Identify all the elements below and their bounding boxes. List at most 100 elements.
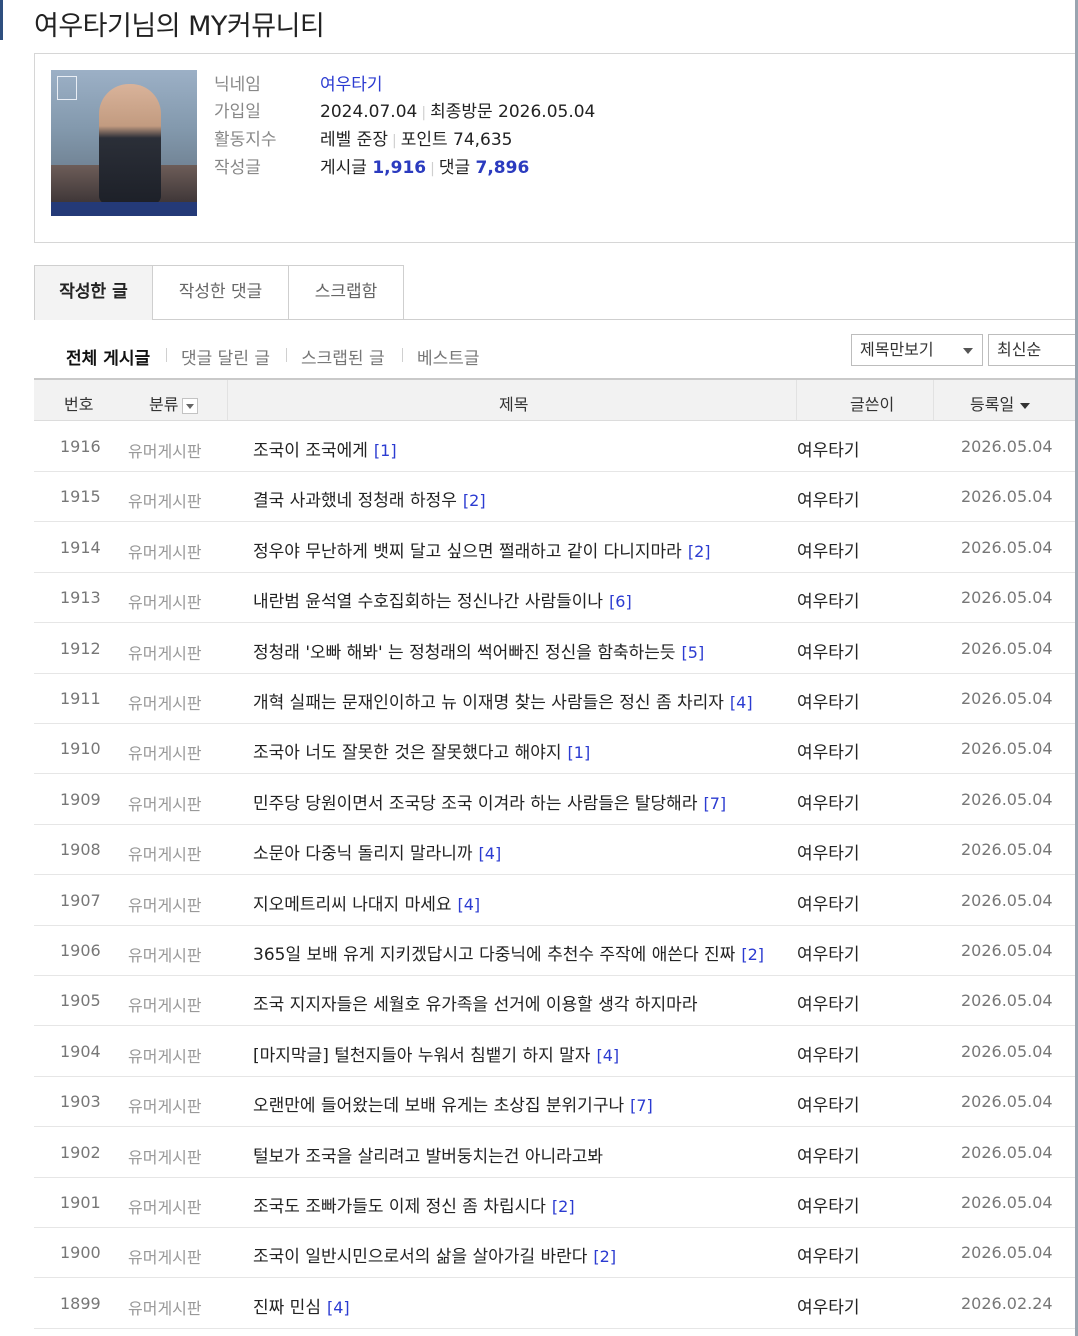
post-category[interactable]: 유머게시판 [128, 791, 202, 815]
post-title-text[interactable]: 365일 보배 유게 지키겠답시고 다중닉에 추천수 주작에 애쓴다 진짜 [253, 945, 735, 965]
post-category[interactable]: 유머게시판 [128, 640, 202, 664]
post-author[interactable]: 여우타기 [797, 990, 860, 1015]
post-author[interactable]: 여우타기 [797, 1242, 860, 1267]
comment-count[interactable]: [2] [552, 1197, 575, 1216]
post-category[interactable]: 유머게시판 [128, 539, 202, 563]
comment-count[interactable]: [7] [630, 1096, 653, 1115]
post-author[interactable]: 여우타기 [797, 486, 860, 511]
post-title-text[interactable]: [마지막글] 털천지들아 누워서 침뱉기 하지 말자 [253, 1046, 590, 1066]
filter-commented-posts[interactable]: 댓글 달린 글 [181, 344, 270, 369]
post-title[interactable]: 조국이 조국에게 [1] [253, 436, 397, 461]
post-author[interactable]: 여우타기 [797, 587, 860, 612]
post-title-text[interactable]: 내란범 윤석열 수호집회하는 정신나간 사람들이나 [253, 592, 603, 612]
post-category[interactable]: 유머게시판 [128, 589, 202, 613]
post-title-text[interactable]: 조국이 일반시민으로서의 삶을 살아가길 바란다 [253, 1247, 587, 1267]
tab-scraps[interactable]: 스크랩함 [288, 265, 404, 320]
post-title[interactable]: 조국도 조빠가들도 이제 정신 좀 차립시다 [2] [253, 1192, 575, 1217]
post-author[interactable]: 여우타기 [797, 1142, 860, 1167]
category-filter-icon[interactable] [182, 397, 199, 414]
post-category[interactable]: 유머게시판 [128, 1144, 202, 1168]
header-date[interactable]: 등록일 [970, 391, 1031, 415]
post-category[interactable]: 유머게시판 [128, 1295, 202, 1319]
comment-count[interactable]: [4] [327, 1298, 350, 1317]
post-category[interactable]: 유머게시판 [128, 1043, 202, 1067]
post-title[interactable]: 내란범 윤석열 수호집회하는 정신나간 사람들이나 [6] [253, 587, 632, 612]
post-author[interactable]: 여우타기 [797, 839, 860, 864]
table-row[interactable]: 1914 유머게시판 정우야 무난하게 뱃찌 달고 싶으면 쩔래하고 같이 다니지마… [34, 522, 1075, 573]
sort-order-select[interactable]: 최신순 [988, 334, 1075, 366]
post-author[interactable]: 여우타기 [797, 1192, 860, 1217]
post-category[interactable]: 유머게시판 [128, 690, 202, 714]
post-title-text[interactable]: 지오메트리씨 나대지 마세요 [253, 895, 452, 915]
post-category[interactable]: 유머게시판 [128, 1244, 202, 1268]
comment-count[interactable]: [6] [609, 592, 632, 611]
post-title[interactable]: 조국아 너도 잘못한 것은 잘못했다고 해야지 [1] [253, 738, 590, 763]
post-title[interactable]: 365일 보배 유게 지키겠답시고 다중닉에 추천수 주작에 애쓴다 진짜 [2] [253, 940, 764, 965]
post-author[interactable]: 여우타기 [797, 1041, 860, 1066]
posts-count[interactable]: 1,916 [372, 158, 426, 178]
post-category[interactable]: 유머게시판 [128, 740, 202, 764]
comment-count[interactable]: [4] [596, 1046, 619, 1065]
filter-best-posts[interactable]: 베스트글 [417, 344, 480, 369]
post-author[interactable]: 여우타기 [797, 940, 860, 965]
comment-count[interactable]: [2] [741, 945, 764, 964]
table-row[interactable]: 1901 유머게시판 조국도 조빠가들도 이제 정신 좀 차립시다 [2] 여우타기 20… [34, 1177, 1075, 1228]
table-row[interactable]: 1906 유머게시판 365일 보배 유게 지키겠답시고 다중닉에 추천수 주작에 … [34, 925, 1075, 976]
table-row[interactable]: 1905 유머게시판 조국 지지자들은 세월호 유가족을 선거에 이용할 생각 하지… [34, 975, 1075, 1027]
post-author[interactable]: 여우타기 [797, 638, 860, 663]
table-row[interactable]: 1912 유머게시판 정청래 '오빠 해봐' 는 정청래의 썩어빠진 정신을 함축하… [34, 623, 1075, 674]
post-title[interactable]: 정청래 '오빠 해봐' 는 정청래의 썩어빠진 정신을 함축하는듯 [5] [253, 638, 704, 663]
post-title[interactable]: 털보가 조국을 살리려고 발버둥치는건 아니라고봐 [253, 1142, 603, 1167]
table-row[interactable]: 1902 유머게시판 털보가 조국을 살리려고 발버둥치는건 아니라고봐 여우타기 20… [34, 1127, 1075, 1178]
post-author[interactable]: 여우타기 [797, 890, 860, 915]
post-category[interactable]: 유머게시판 [128, 1194, 202, 1218]
post-title-text[interactable]: 진짜 민심 [253, 1298, 321, 1318]
post-category[interactable]: 유머게시판 [128, 992, 202, 1016]
table-row[interactable]: 1916 유머게시판 조국이 조국에게 [1] 여우타기 2026.05.04 [34, 421, 1075, 472]
comment-count[interactable]: [4] [458, 895, 481, 914]
filter-scrapped-posts[interactable]: 스크랩된 글 [301, 344, 385, 369]
post-author[interactable]: 여우타기 [797, 1091, 860, 1116]
comment-count[interactable]: [2] [688, 542, 711, 561]
post-title-text[interactable]: 정우야 무난하게 뱃찌 달고 싶으면 쩔래하고 같이 다니지마라 [253, 542, 682, 562]
table-row[interactable]: 1900 유머게시판 조국이 일반시민으로서의 삶을 살아가길 바란다 [2] 여우타기… [34, 1227, 1075, 1279]
comment-count[interactable]: [4] [479, 844, 502, 863]
comment-count[interactable]: [2] [463, 491, 486, 510]
post-title-text[interactable]: 정청래 '오빠 해봐' 는 정청래의 썩어빠진 정신을 함축하는듯 [253, 643, 676, 663]
comments-count[interactable]: 7,896 [476, 158, 530, 178]
post-category[interactable]: 유머게시판 [128, 942, 202, 966]
table-row[interactable]: 1907 유머게시판 지오메트리씨 나대지 마세요 [4] 여우타기 2026.05.04 [34, 875, 1075, 926]
post-title[interactable]: 조국 지지자들은 세월호 유가족을 선거에 이용할 생각 하지마라 [253, 990, 697, 1015]
table-row[interactable]: 1899 유머게시판 진짜 민심 [4] 여우타기 2026.02.24 [34, 1278, 1075, 1329]
tab-my-posts[interactable]: 작성한 글 [34, 265, 153, 320]
post-author[interactable]: 여우타기 [797, 789, 860, 814]
table-row[interactable]: 1904 유머게시판 [마지막글] 털천지들아 누워서 침뱉기 하지 말자 [4] 여우… [34, 1026, 1075, 1077]
tab-my-comments[interactable]: 작성한 댓글 [152, 265, 289, 320]
table-row[interactable]: 1913 유머게시판 내란범 윤석열 수호집회하는 정신나간 사람들이나 [6] 여우타… [34, 572, 1075, 624]
post-title-text[interactable]: 오랜만에 들어왔는데 보배 유게는 초상집 분위기구나 [253, 1096, 624, 1116]
post-title[interactable]: 소문아 다중닉 돌리지 말라니까 [4] [253, 839, 501, 864]
post-author[interactable]: 여우타기 [797, 436, 860, 461]
post-title[interactable]: 개혁 실패는 문재인이하고 뉴 이재명 찾는 사람들은 정신 좀 차리자 [4] [253, 688, 753, 713]
comment-count[interactable]: [5] [682, 643, 705, 662]
post-category[interactable]: 유머게시판 [128, 841, 202, 865]
comment-count[interactable]: [7] [703, 794, 726, 813]
post-category[interactable]: 유머게시판 [128, 438, 202, 462]
nickname-link[interactable]: 여우타기 [320, 75, 383, 95]
table-row[interactable]: 1909 유머게시판 민주당 당원이면서 조국당 조국 이겨라 하는 사람들은 탈당… [34, 774, 1075, 825]
view-mode-select[interactable]: 제목만보기 [851, 334, 983, 366]
filter-all-posts[interactable]: 전체 게시글 [66, 344, 150, 369]
post-author[interactable]: 여우타기 [797, 537, 860, 562]
table-row[interactable]: 1908 유머게시판 소문아 다중닉 돌리지 말라니까 [4] 여우타기 2026.05.… [34, 824, 1075, 876]
comment-count[interactable]: [1] [374, 441, 397, 460]
post-title[interactable]: 진짜 민심 [4] [253, 1293, 350, 1318]
table-row[interactable]: 1903 유머게시판 오랜만에 들어왔는데 보배 유게는 초상집 분위기구나 [7] 여… [34, 1076, 1075, 1128]
post-author[interactable]: 여우타기 [797, 738, 860, 763]
post-title[interactable]: 민주당 당원이면서 조국당 조국 이겨라 하는 사람들은 탈당해라 [7] [253, 789, 726, 814]
post-title-text[interactable]: 결국 사과했네 정청래 하정우 [253, 491, 457, 511]
table-row[interactable]: 1911 유머게시판 개혁 실패는 문재인이하고 뉴 이재명 찾는 사람들은 정신 … [34, 673, 1075, 724]
post-category[interactable]: 유머게시판 [128, 892, 202, 916]
post-title-text[interactable]: 조국이 조국에게 [253, 441, 368, 461]
comment-count[interactable]: [2] [593, 1247, 616, 1266]
post-title-text[interactable]: 조국도 조빠가들도 이제 정신 좀 차립시다 [253, 1197, 546, 1217]
